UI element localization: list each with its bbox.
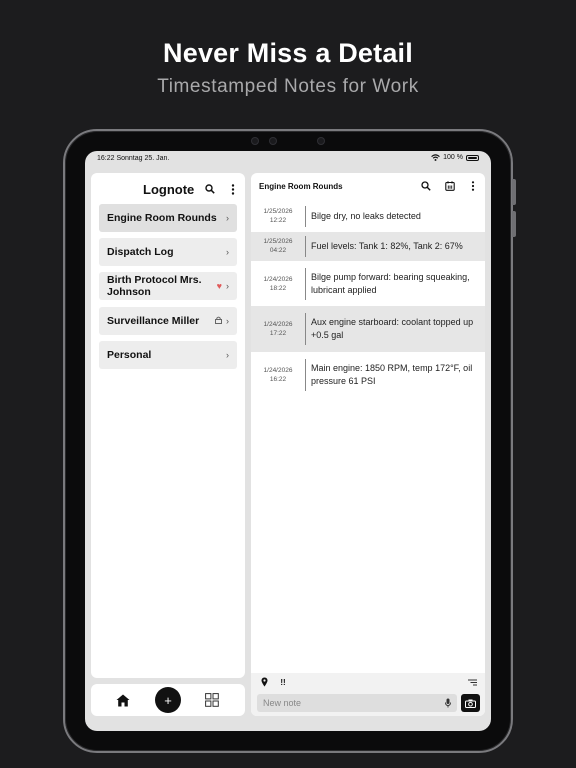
wifi-icon: [431, 154, 440, 161]
lock-icon: [215, 316, 222, 326]
search-icon[interactable]: [418, 178, 434, 194]
entry-divider: [305, 359, 306, 391]
entry-time: 16:22: [269, 376, 287, 383]
log-entry[interactable]: 1/25/2026 04:22 Fuel levels: Tank 1: 82%,…: [251, 232, 485, 261]
more-options-icon[interactable]: [465, 178, 481, 194]
camera-icon: [465, 699, 476, 708]
notebook-title: Engine Room Rounds: [259, 182, 343, 191]
entry-divider: [305, 268, 306, 300]
hero-title: Never Miss a Detail: [163, 38, 413, 68]
side-button-bottom: [512, 211, 516, 237]
notebook-label: Surveillance Miller: [107, 314, 200, 327]
entry-text: Fuel levels: Tank 1: 82%, Tank 2: 67%: [311, 241, 463, 251]
entry-text: Main engine: 1850 RPM, temp 172°F, oil p…: [311, 363, 473, 386]
notebook-label: Engine Room Rounds: [107, 211, 217, 224]
note-composer: [251, 691, 485, 716]
app-title: Lognote: [143, 182, 195, 197]
entry-divider: [305, 236, 306, 257]
log-entry[interactable]: 1/24/2026 16:22 Main engine: 1850 RPM, te…: [251, 352, 485, 397]
entry-date: 1/24/2026: [263, 321, 293, 328]
camera-button[interactable]: [461, 694, 480, 712]
notebook-label: Dispatch Log: [107, 245, 174, 258]
entry-timestamp: 1/24/2026 18:22: [251, 275, 305, 293]
search-icon[interactable]: [202, 181, 218, 197]
entry-timestamp: 1/24/2026 16:22: [251, 366, 305, 384]
camera-dot: [251, 137, 259, 145]
entry-text: Bilge dry, no leaks detected: [311, 211, 421, 221]
side-button-top: [512, 179, 516, 205]
status-bar: 16:22 Sonntag 25. Jan. 100 %: [85, 151, 491, 167]
entry-timestamp: 1/25/2026 04:22: [251, 237, 305, 255]
entry-timestamp: 1/25/2026 12:22: [251, 207, 305, 225]
add-note-button[interactable]: +: [155, 687, 181, 713]
status-time-date: 16:22 Sonntag 25. Jan.: [97, 155, 170, 162]
entry-date: 1/24/2026: [263, 367, 293, 374]
more-options-icon[interactable]: [225, 181, 241, 197]
app-screen: 16:22 Sonntag 25. Jan. 100 % Lognote Eng…: [85, 151, 491, 731]
entry-date: 1/24/2026: [263, 276, 293, 283]
entry-date: 1/25/2026: [263, 238, 293, 245]
entry-text: Aux engine starboard: coolant topped up …: [311, 317, 474, 340]
chevron-right-icon: ›: [226, 281, 229, 291]
notebook-item-dispatch-log[interactable]: Dispatch Log ›: [99, 238, 237, 266]
list-format-icon[interactable]: [464, 674, 480, 690]
heart-icon: ♥: [216, 281, 222, 291]
battery-icon: [466, 154, 479, 161]
chevron-right-icon: ›: [226, 213, 229, 223]
camera-dot: [269, 137, 277, 145]
notebook-sidebar: Lognote Engine Room Rounds › Dispatch Lo…: [91, 173, 245, 678]
sidebar-header: Lognote: [91, 179, 245, 199]
calendar-icon[interactable]: [442, 178, 458, 194]
entry-date: 1/25/2026: [263, 208, 293, 215]
home-icon[interactable]: [115, 692, 131, 708]
log-entry[interactable]: 1/24/2026 18:22 Bilge pump forward: beari…: [251, 261, 485, 306]
grid-view-icon[interactable]: [204, 692, 220, 708]
notebook-item-personal[interactable]: Personal ›: [99, 341, 237, 369]
new-note-input[interactable]: [257, 694, 457, 712]
notebook-label: Birth Protocol Mrs. Johnson: [107, 274, 202, 298]
battery-percent: 100 %: [443, 154, 463, 161]
notebook-detail: Engine Room Rounds 1/25/2026 12:22 Bilge …: [251, 173, 485, 716]
entry-timestamp: 1/24/2026 17:22: [251, 320, 305, 338]
status-right: 100 %: [431, 154, 479, 161]
chevron-right-icon: ›: [226, 350, 229, 360]
camera-dot: [317, 137, 325, 145]
entry-text: Bilge pump forward: bearing squeaking, l…: [311, 272, 470, 295]
log-entry[interactable]: 1/24/2026 17:22 Aux engine starboard: coo…: [251, 306, 485, 352]
entry-time: 12:22: [269, 217, 287, 224]
notebook-label: Personal: [107, 348, 152, 361]
entry-divider: [305, 313, 306, 345]
entry-time: 18:22: [269, 285, 287, 292]
log-entry[interactable]: 1/25/2026 12:22 Bilge dry, no leaks detec…: [251, 203, 485, 232]
composer-toolbar: !!: [251, 673, 485, 691]
priority-toggle[interactable]: !!: [275, 674, 291, 690]
bottom-nav: +: [91, 684, 245, 716]
location-pin-icon[interactable]: [256, 674, 272, 690]
entry-time: 04:22: [269, 247, 287, 254]
microphone-icon[interactable]: [440, 695, 456, 711]
hero-subtitle: Timestamped Notes for Work: [157, 76, 419, 97]
entry-divider: [305, 206, 306, 227]
notebook-item-surveillance-miller[interactable]: Surveillance Miller ›: [99, 307, 237, 335]
entry-time: 17:22: [269, 330, 287, 337]
chevron-right-icon: ›: [226, 316, 229, 326]
notebook-item-birth-protocol[interactable]: Birth Protocol Mrs. Johnson ♥ ›: [99, 272, 237, 300]
notebook-item-engine-room-rounds[interactable]: Engine Room Rounds ›: [99, 204, 237, 232]
chevron-right-icon: ›: [226, 247, 229, 257]
